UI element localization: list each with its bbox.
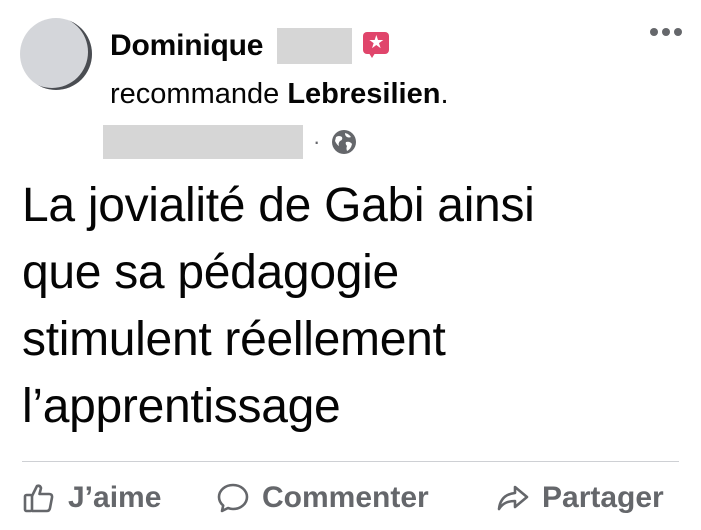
recommend-verb: recommande	[110, 78, 288, 110]
share-icon	[497, 485, 529, 511]
author-name[interactable]: Dominique	[110, 29, 263, 63]
post-text-line: La jovialité de Gabi ainsi	[22, 179, 535, 232]
redacted-timestamp	[103, 125, 303, 159]
globe-icon[interactable]	[330, 128, 358, 156]
post-text-line: que sa pédagogie	[22, 246, 399, 299]
recommendation-line: recommande Lebresilien.	[110, 78, 449, 111]
like-icon	[23, 484, 54, 513]
post-text: La jovialité de Gabi ainsi que sa pédago…	[22, 172, 662, 440]
author-row: Dominique ★	[110, 25, 390, 67]
like-label: J’aime	[68, 481, 162, 514]
recommend-icon: ★	[362, 32, 390, 60]
comment-button[interactable]: Commenter	[216, 474, 429, 522]
post-text-line: l’apprentissage	[22, 380, 341, 433]
redacted-surname	[277, 28, 353, 64]
recommend-suffix: .	[440, 78, 449, 110]
comment-icon	[217, 483, 249, 513]
share-label: Partager	[542, 481, 664, 514]
like-button[interactable]: J’aime	[22, 474, 161, 522]
more-options-icon[interactable]	[650, 28, 682, 36]
recommended-page-link[interactable]: Lebresilien	[287, 78, 440, 110]
meta-separator: ·	[313, 129, 321, 154]
post-meta: ·	[103, 124, 358, 160]
post-text-line: stimulent réellement	[22, 313, 446, 366]
share-button[interactable]: Partager	[496, 474, 664, 522]
comment-label: Commenter	[262, 481, 429, 514]
avatar[interactable]	[20, 18, 92, 90]
divider	[22, 461, 679, 462]
